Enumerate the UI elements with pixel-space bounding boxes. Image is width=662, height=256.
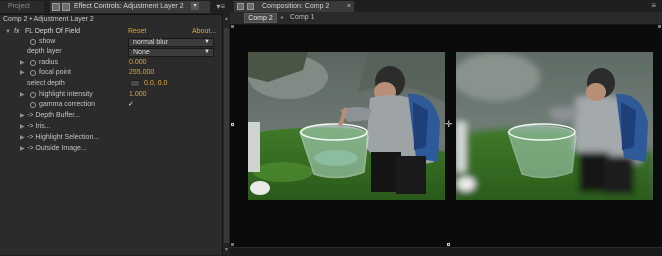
chevron-left-icon: ◂ [280, 15, 284, 21]
radius-value[interactable]: 0.000 [129, 59, 147, 67]
about-link[interactable]: About... [192, 28, 216, 36]
highlight-intensity-value[interactable]: 1.000 [129, 91, 147, 99]
close-icon[interactable]: × [347, 1, 351, 12]
twirl-closed-icon[interactable]: ▶ [20, 91, 25, 99]
effect-name: FL Depth Of Field [25, 28, 80, 35]
lock-icon[interactable] [237, 3, 244, 10]
stopwatch-icon[interactable] [30, 70, 36, 76]
depth-layer-label: depth layer [27, 48, 62, 55]
tab-effect-controls-label: Effect Controls: Adjustment Layer 2 [74, 3, 184, 10]
property-gamma-correction: gamma correction ✓ [0, 101, 222, 109]
twirl-closed-icon[interactable]: ▶ [20, 145, 25, 153]
tab-composition[interactable]: Composition: Comp 2 × [234, 1, 354, 12]
lock-icon[interactable] [52, 3, 60, 11]
group-highlight-selection[interactable]: ▶ -> Highlight Selection... [0, 134, 222, 142]
tab-project[interactable]: Project [0, 1, 44, 13]
stopwatch-icon[interactable] [30, 60, 36, 66]
panel-menu-icon[interactable]: ▾≡ [216, 0, 225, 13]
depth-layer-dropdown-value: None [133, 49, 150, 56]
twirl-open-icon[interactable]: ▼ [5, 28, 11, 36]
comp-subtabs: Comp 2 ◂ Comp 1 [230, 12, 662, 25]
property-highlight-intensity: ▶ highlight intensity 1.000 [0, 91, 222, 99]
stopwatch-icon[interactable] [30, 92, 36, 98]
property-radius: ▶ radius 0.000 [0, 59, 222, 67]
select-depth-value[interactable]: 0.0, 0.0 [144, 80, 167, 88]
group-iris[interactable]: ▶ -> Iris... [0, 123, 222, 131]
twirl-closed-icon[interactable]: ▶ [20, 69, 25, 77]
tab-comp-2[interactable]: Comp 2 [244, 13, 277, 23]
chevron-down-icon: ▼ [204, 39, 210, 45]
chevron-down-icon: ▼ [204, 49, 210, 55]
twirl-closed-icon[interactable]: ▶ [20, 59, 25, 67]
panel-menu-icon[interactable]: ≡ [651, 0, 656, 12]
scrollbar-thumb[interactable] [224, 28, 229, 243]
scroll-down-icon[interactable]: ▼ [223, 247, 230, 253]
vertical-scrollbar[interactable]: ▲ ▼ [222, 14, 230, 255]
twirl-closed-icon[interactable]: ▶ [20, 123, 25, 131]
depth-layer-dropdown[interactable]: None ▼ [128, 48, 214, 57]
canvas-corner-mark [231, 25, 234, 28]
show-dropdown-value: normal blur [133, 39, 169, 46]
canvas-corner-mark [658, 25, 661, 28]
left-tab-bar: Project Effect Controls: Adjustment Laye… [0, 0, 229, 15]
chevron-down-icon[interactable]: ▾ [191, 2, 199, 10]
anchor-point-icon[interactable]: ✛ [445, 120, 453, 129]
original-frame-image [248, 52, 445, 200]
stopwatch-icon[interactable] [30, 102, 36, 108]
twirl-closed-icon[interactable]: ▶ [20, 134, 25, 142]
effect-controls-panel: Project Effect Controls: Adjustment Laye… [0, 0, 230, 255]
group-label: -> Depth Buffer... [27, 112, 80, 119]
property-select-depth: select depth 0.0, 0.0 [0, 80, 222, 88]
blurred-frame-image [456, 52, 653, 200]
breadcrumb: Comp 2 • Adjustment Layer 2 [3, 16, 94, 23]
show-label: show [39, 38, 56, 45]
tab-composition-label: Composition: Comp 2 [262, 3, 330, 10]
twirl-closed-icon[interactable]: ▶ [20, 112, 25, 120]
property-focal-point: ▶ focal point 255.000 [0, 69, 222, 77]
layer-handle[interactable] [447, 243, 450, 246]
panel-icon [247, 3, 254, 10]
stopwatch-icon[interactable] [30, 39, 36, 45]
group-label: -> Iris... [27, 123, 51, 130]
group-label: -> Highlight Selection... [27, 134, 100, 141]
radius-label: radius [39, 59, 59, 66]
effect-header-row[interactable]: ▼ fx FL Depth Of Field Reset About... [0, 28, 222, 36]
highlight-intensity-label: highlight intensity [39, 91, 93, 98]
group-depth-buffer[interactable]: ▶ -> Depth Buffer... [0, 112, 222, 120]
tab-comp-1[interactable]: Comp 1 [290, 13, 315, 23]
group-outside-image[interactable]: ▶ -> Outside Image... [0, 145, 222, 153]
panel-icon [62, 3, 70, 11]
crosshair-picker-icon[interactable] [130, 80, 140, 87]
select-depth-label: select depth [27, 80, 65, 87]
composition-panel: Composition: Comp 2 × ≡ Comp 2 ◂ Comp 1 [230, 0, 662, 256]
gamma-correction-checkbox[interactable]: ✓ [128, 101, 135, 108]
show-dropdown[interactable]: normal blur ▼ [128, 38, 214, 47]
tab-effect-controls[interactable]: Effect Controls: Adjustment Layer 2 [50, 1, 210, 13]
layer-handle[interactable] [231, 123, 234, 126]
composition-viewer[interactable]: ✛ [230, 25, 662, 247]
reset-link[interactable]: Reset [128, 28, 146, 36]
canvas-corner-mark [231, 243, 234, 246]
focal-point-label: focal point [39, 69, 71, 76]
property-depth-layer: depth layer None ▼ [0, 48, 222, 57]
scroll-up-icon[interactable]: ▲ [223, 16, 230, 22]
fx-icon[interactable]: fx [14, 28, 19, 36]
gamma-correction-label: gamma correction [39, 101, 96, 108]
focal-point-value[interactable]: 255.000 [129, 69, 154, 77]
property-show: show normal blur ▼ [0, 38, 222, 47]
group-label: -> Outside Image... [27, 145, 87, 152]
